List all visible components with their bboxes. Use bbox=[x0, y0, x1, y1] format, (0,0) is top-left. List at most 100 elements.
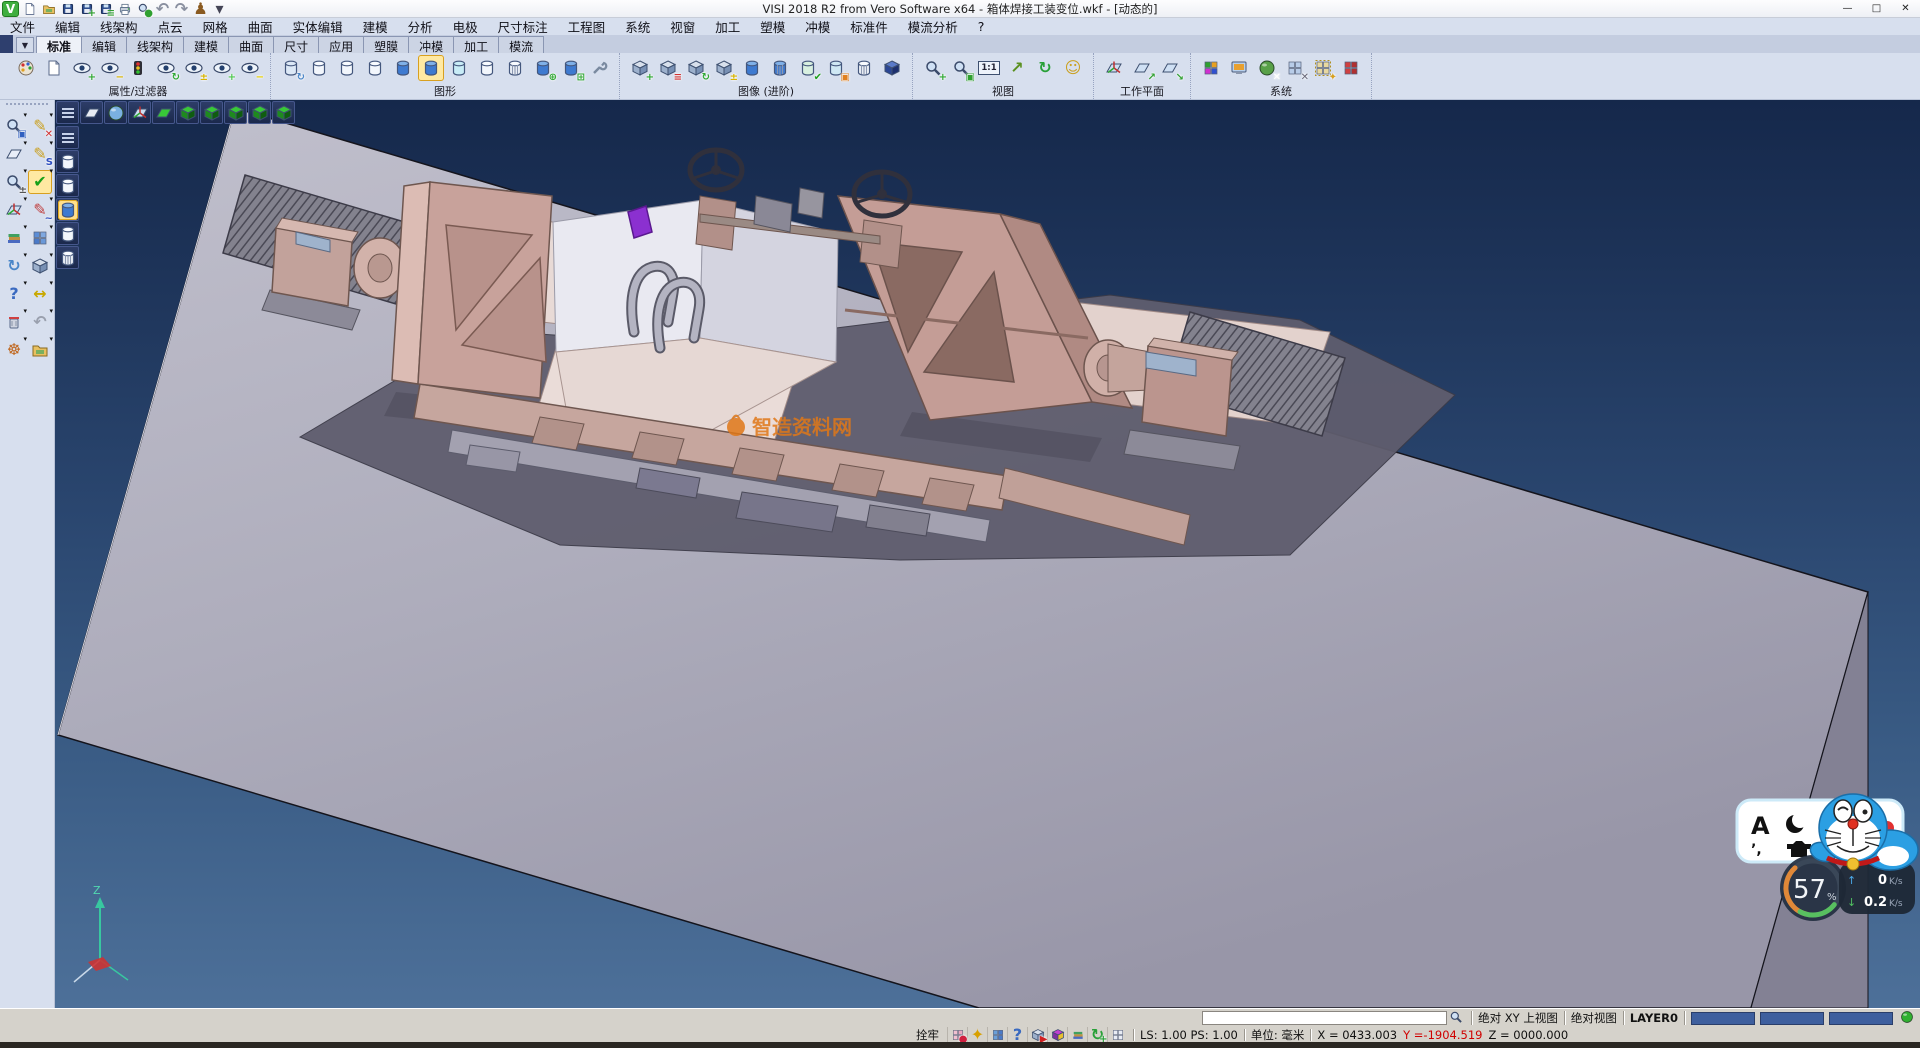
axes-toggle-button[interactable] bbox=[128, 101, 151, 124]
tab-线架构[interactable]: 线架构 bbox=[126, 36, 184, 53]
layer-slot-2-button[interactable] bbox=[56, 174, 79, 197]
element-filter-icon[interactable] bbox=[125, 55, 151, 81]
plane-select-icon[interactable]: ▾ bbox=[2, 142, 26, 166]
layer-filter-button[interactable] bbox=[56, 246, 79, 269]
ucs-axis-icon[interactable]: ▾ bbox=[2, 198, 26, 222]
tab-标准[interactable]: 标准 bbox=[36, 36, 82, 53]
close-button[interactable]: ✕ bbox=[1891, 0, 1920, 17]
layer-slot-4-button[interactable] bbox=[56, 222, 79, 245]
quick-access-caret[interactable]: ▾ bbox=[211, 1, 228, 17]
menu-item[interactable]: 实体编辑 bbox=[283, 17, 353, 36]
solids-toggle-icon[interactable]: ± bbox=[711, 55, 737, 81]
search-icon[interactable] bbox=[1447, 1009, 1465, 1027]
machining-wheel-icon[interactable]: ☸▾ bbox=[2, 338, 26, 362]
curve-edit-icon[interactable]: ✎~▾ bbox=[28, 198, 52, 222]
undo-icon[interactable]: ↶ bbox=[154, 1, 171, 17]
solids-add-icon[interactable]: + bbox=[627, 55, 653, 81]
context-help-button[interactable]: ? bbox=[1007, 1027, 1027, 1042]
toolbar-grip[interactable] bbox=[6, 103, 48, 111]
snap-settings-button[interactable] bbox=[987, 1027, 1007, 1042]
layer-current-icon[interactable] bbox=[418, 55, 444, 81]
menu-item[interactable]: 分析 bbox=[398, 17, 443, 36]
menu-item[interactable]: 线架构 bbox=[90, 17, 148, 36]
menu-item[interactable]: 系统 bbox=[615, 17, 660, 36]
tab-曲面[interactable]: 曲面 bbox=[228, 36, 274, 53]
layer-empty-2-icon[interactable] bbox=[334, 55, 360, 81]
copy-attributes-icon[interactable] bbox=[41, 55, 67, 81]
zoom-dynamic-icon[interactable]: ±▾ bbox=[2, 170, 26, 194]
menu-item[interactable]: 网格 bbox=[193, 17, 238, 36]
view-smiley-icon[interactable]: ☺ bbox=[1060, 55, 1086, 81]
shade-cube-button[interactable] bbox=[1047, 1027, 1067, 1042]
menu-item[interactable]: 工程图 bbox=[558, 17, 616, 36]
layer-list-button[interactable] bbox=[1067, 1027, 1087, 1042]
sketch-icon[interactable]: ✎S▾ bbox=[28, 142, 52, 166]
zoom-extents-icon[interactable]: ▣ bbox=[948, 55, 974, 81]
save-icon[interactable] bbox=[59, 1, 76, 17]
workplane-move-icon[interactable]: ↗ bbox=[1129, 55, 1155, 81]
multi-window-button[interactable] bbox=[1107, 1027, 1127, 1042]
attributes-books-icon[interactable]: ▾ bbox=[2, 226, 26, 250]
tab-编辑[interactable]: 编辑 bbox=[81, 36, 127, 53]
quick-pick-button[interactable]: ✦ bbox=[967, 1027, 987, 1042]
layer-menu-button[interactable] bbox=[56, 126, 79, 149]
window-config-icon[interactable]: ✕ bbox=[1282, 55, 1308, 81]
active-layer-indicator[interactable]: LAYER0 bbox=[1630, 1011, 1678, 1025]
view-mode-indicator[interactable]: 绝对 XY 上视图 bbox=[1478, 1010, 1558, 1026]
zoom-in-icon[interactable]: + bbox=[920, 55, 946, 81]
menu-item[interactable]: 文件 bbox=[0, 17, 45, 36]
visibility-refresh-icon[interactable]: ↻ bbox=[153, 55, 179, 81]
color-swatch-1[interactable] bbox=[1691, 1012, 1755, 1025]
view-top-button[interactable] bbox=[152, 101, 175, 124]
tab-模流[interactable]: 模流 bbox=[498, 36, 544, 53]
view-iso-se-button[interactable] bbox=[272, 101, 295, 124]
desktop-widget-overlay[interactable]: A ’, 57 % ↑ 0 K/s ↓ 0.2 K/s bbox=[1735, 788, 1920, 938]
scale-indicator[interactable]: LS: 1.00 PS: 1.00 bbox=[1140, 1028, 1238, 1042]
layer-copy-icon[interactable]: ⊞ bbox=[558, 55, 584, 81]
view-left-button[interactable] bbox=[200, 101, 223, 124]
workplane-align-icon[interactable]: ↘ bbox=[1157, 55, 1183, 81]
tab-塑膜[interactable]: 塑膜 bbox=[363, 36, 409, 53]
shaded-view-icon[interactable] bbox=[879, 55, 905, 81]
macro-icon[interactable]: ♟ bbox=[192, 1, 209, 17]
solids-refresh-icon[interactable]: ↻ bbox=[683, 55, 709, 81]
render-mode-button[interactable] bbox=[104, 101, 127, 124]
redo-icon[interactable]: ↷ bbox=[173, 1, 190, 17]
save-all-icon[interactable]: ≡ bbox=[97, 1, 114, 17]
erase-icon[interactable]: ✎✕▾ bbox=[28, 114, 52, 138]
layer-filled-icon[interactable] bbox=[390, 55, 416, 81]
color-swatch-3[interactable] bbox=[1829, 1012, 1893, 1025]
screen-settings-icon[interactable] bbox=[1226, 55, 1252, 81]
ime-punct-icon[interactable]: ’, bbox=[1751, 842, 1762, 858]
taskbar-edge[interactable] bbox=[0, 1042, 1920, 1048]
window-layout-icon[interactable]: ▾ bbox=[28, 226, 52, 250]
menu-item[interactable]: 标准件 bbox=[840, 17, 898, 36]
layer-outline-striped-icon[interactable] bbox=[851, 55, 877, 81]
modify-attributes-icon[interactable] bbox=[13, 55, 39, 81]
confirm-icon[interactable]: ✔▾ bbox=[28, 170, 52, 194]
layer-slot-1-button[interactable] bbox=[56, 150, 79, 173]
zoom-window-icon[interactable]: ▣▾ bbox=[2, 114, 26, 138]
model-3d-welding-fixture[interactable]: 智造资料网 Z bbox=[55, 100, 1920, 1008]
view-iso-button[interactable] bbox=[248, 101, 271, 124]
tab-应用[interactable]: 应用 bbox=[318, 36, 364, 53]
layer-validate-icon[interactable]: ✔ bbox=[795, 55, 821, 81]
menu-item[interactable]: 视窗 bbox=[660, 17, 705, 36]
maximize-button[interactable]: □ bbox=[1862, 0, 1891, 17]
layer-empty-4-icon[interactable] bbox=[474, 55, 500, 81]
search-icon[interactable] bbox=[1447, 1009, 1465, 1025]
tab-建模[interactable]: 建模 bbox=[183, 36, 229, 53]
layer-link-icon[interactable]: ▣ bbox=[823, 55, 849, 81]
measure-icon[interactable]: ↔▾ bbox=[28, 282, 52, 306]
delete-icon[interactable]: ▾ bbox=[2, 310, 26, 334]
command-search-input[interactable] bbox=[1202, 1011, 1447, 1025]
show-all-icon[interactable]: + bbox=[209, 55, 235, 81]
menu-item[interactable]: 点云 bbox=[148, 17, 193, 36]
workplane-icon[interactable] bbox=[1101, 55, 1127, 81]
menu-item[interactable]: 曲面 bbox=[238, 17, 283, 36]
layer-cyan-icon[interactable] bbox=[446, 55, 472, 81]
record-macro-button[interactable]: ● bbox=[947, 1027, 967, 1042]
viewport-menu-button[interactable] bbox=[56, 101, 79, 124]
color-swatch-2[interactable] bbox=[1760, 1012, 1824, 1025]
menu-item[interactable]: 电极 bbox=[443, 17, 488, 36]
